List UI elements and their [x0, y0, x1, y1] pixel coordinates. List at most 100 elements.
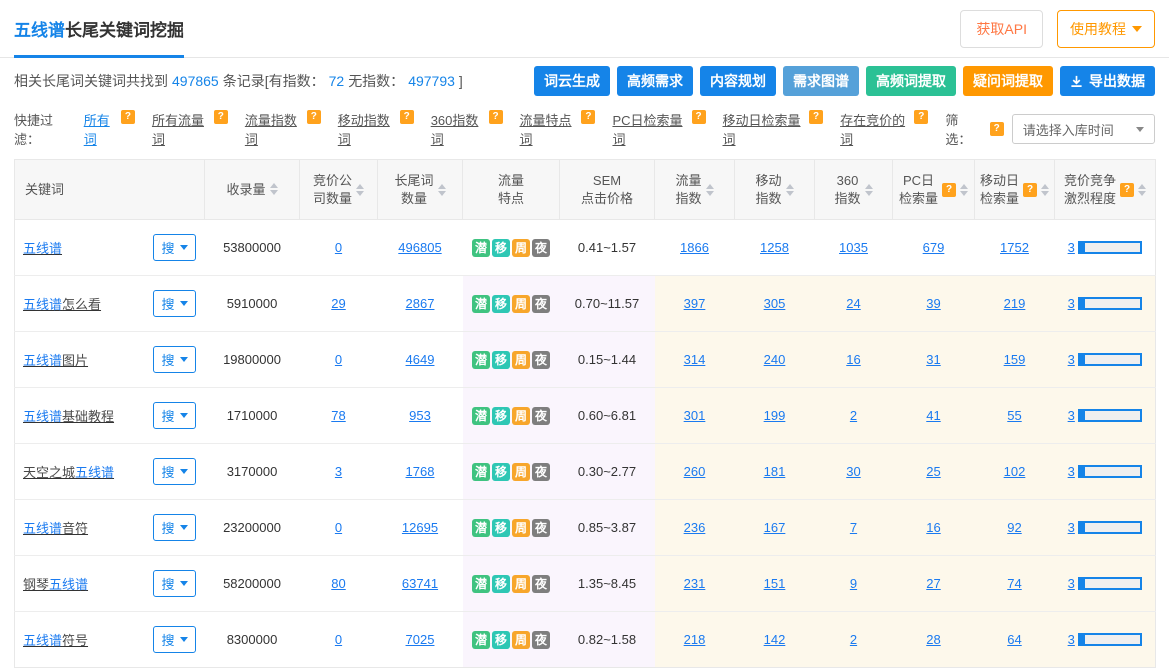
action-button[interactable]: 需求图谱 [783, 66, 859, 96]
column-header[interactable]: 长尾词数量 [378, 160, 463, 220]
mobile-index-link[interactable]: 240 [764, 352, 786, 367]
sort-icon[interactable] [706, 184, 714, 196]
pc-daily-search-link[interactable]: 679 [923, 240, 945, 255]
longtail-count-link[interactable]: 2867 [406, 296, 435, 311]
flow-index-link[interactable]: 260 [684, 464, 706, 479]
bid-companies-link[interactable]: 29 [331, 296, 345, 311]
bid-companies-link[interactable]: 0 [335, 520, 342, 535]
search-dropdown-button[interactable]: 搜 [153, 290, 195, 317]
flow-index-link[interactable]: 231 [684, 576, 706, 591]
sort-icon[interactable] [960, 184, 968, 196]
export-data-button[interactable]: 导出数据 [1060, 66, 1155, 96]
flow-index-link[interactable]: 397 [684, 296, 706, 311]
quick-filter-link[interactable]: 所有流量词 [152, 110, 213, 148]
longtail-count-link[interactable]: 1768 [406, 464, 435, 479]
pc-daily-search-link[interactable]: 39 [926, 296, 940, 311]
column-header[interactable]: PC日检索量? [893, 160, 975, 220]
search-dropdown-button[interactable]: 搜 [153, 346, 195, 373]
bid-companies-link[interactable]: 0 [335, 352, 342, 367]
search-dropdown-button[interactable]: 搜 [153, 234, 195, 261]
sort-icon[interactable] [865, 184, 873, 196]
column-header[interactable]: 竞价公司数量 [300, 160, 378, 220]
help-icon[interactable]: ? [942, 183, 956, 197]
storage-time-select[interactable]: 请选择入库时间 [1012, 114, 1155, 144]
quick-filter-link[interactable]: 移动日检索量词 [723, 110, 809, 148]
mobile-daily-search-link[interactable]: 1752 [1000, 240, 1029, 255]
longtail-count-link[interactable]: 496805 [398, 240, 441, 255]
competition-link[interactable]: 3 [1068, 520, 1075, 535]
mobile-daily-search-link[interactable]: 55 [1007, 408, 1021, 423]
search-dropdown-button[interactable]: 搜 [153, 458, 195, 485]
sort-icon[interactable] [1138, 184, 1146, 196]
mobile-daily-search-link[interactable]: 102 [1004, 464, 1026, 479]
longtail-count-link[interactable]: 953 [409, 408, 431, 423]
action-button[interactable]: 词云生成 [534, 66, 610, 96]
index-360-link[interactable]: 2 [850, 408, 857, 423]
keyword-link[interactable]: 五线谱音符 [23, 518, 88, 537]
flow-index-link[interactable]: 1866 [680, 240, 709, 255]
sort-icon[interactable] [270, 183, 278, 195]
competition-link[interactable]: 3 [1068, 296, 1075, 311]
mobile-index-link[interactable]: 151 [764, 576, 786, 591]
pc-daily-search-link[interactable]: 31 [926, 352, 940, 367]
competition-link[interactable]: 3 [1068, 576, 1075, 591]
bid-companies-link[interactable]: 78 [331, 408, 345, 423]
keyword-link[interactable]: 五线谱 [23, 238, 62, 257]
keyword-link[interactable]: 天空之城五线谱 [23, 462, 114, 481]
help-icon[interactable]: ? [489, 110, 503, 124]
index-360-link[interactable]: 7 [850, 520, 857, 535]
bid-companies-link[interactable]: 3 [335, 464, 342, 479]
help-icon[interactable]: ? [581, 110, 595, 124]
sort-icon[interactable] [438, 184, 446, 196]
get-api-button[interactable]: 获取API [960, 10, 1043, 48]
flow-index-link[interactable]: 301 [684, 408, 706, 423]
competition-link[interactable]: 3 [1068, 352, 1075, 367]
keyword-link[interactable]: 钢琴五线谱 [23, 574, 88, 593]
mobile-daily-search-link[interactable]: 74 [1007, 576, 1021, 591]
quick-filter-link[interactable]: 流量特点词 [520, 110, 581, 148]
sort-icon[interactable] [786, 184, 794, 196]
help-icon[interactable]: ? [1023, 183, 1037, 197]
column-header[interactable]: 流量指数 [655, 160, 735, 220]
column-header[interactable]: 移动指数 [735, 160, 815, 220]
flow-index-link[interactable]: 236 [684, 520, 706, 535]
index-360-link[interactable]: 9 [850, 576, 857, 591]
action-button[interactable]: 内容规划 [700, 66, 776, 96]
keyword-link[interactable]: 五线谱图片 [23, 350, 88, 369]
longtail-count-link[interactable]: 12695 [402, 520, 438, 535]
quick-filter-link[interactable]: PC日检索量词 [612, 110, 690, 148]
help-icon[interactable]: ? [809, 110, 823, 124]
column-header[interactable]: 收录量 [205, 160, 300, 220]
search-dropdown-button[interactable]: 搜 [153, 514, 195, 541]
column-header[interactable]: 竞价竞争激烈程度? [1055, 160, 1156, 220]
sort-icon[interactable] [356, 184, 364, 196]
help-icon[interactable]: ? [692, 110, 706, 124]
index-360-link[interactable]: 16 [846, 352, 860, 367]
help-icon[interactable]: ? [990, 122, 1004, 136]
help-icon[interactable]: ? [307, 110, 321, 124]
help-icon[interactable]: ? [400, 110, 414, 124]
mobile-index-link[interactable]: 199 [764, 408, 786, 423]
search-dropdown-button[interactable]: 搜 [153, 402, 195, 429]
longtail-count-link[interactable]: 63741 [402, 576, 438, 591]
mobile-index-link[interactable]: 305 [764, 296, 786, 311]
quick-filter-link[interactable]: 流量指数词 [245, 110, 306, 148]
bid-companies-link[interactable]: 0 [335, 240, 342, 255]
keyword-link[interactable]: 五线谱怎么看 [23, 294, 101, 313]
longtail-count-link[interactable]: 4649 [406, 352, 435, 367]
keyword-link[interactable]: 五线谱基础教程 [23, 406, 114, 425]
flow-index-link[interactable]: 314 [684, 352, 706, 367]
pc-daily-search-link[interactable]: 41 [926, 408, 940, 423]
mobile-index-link[interactable]: 167 [764, 520, 786, 535]
action-button[interactable]: 高频需求 [617, 66, 693, 96]
help-icon[interactable]: ? [214, 110, 228, 124]
pc-daily-search-link[interactable]: 27 [926, 576, 940, 591]
mobile-daily-search-link[interactable]: 92 [1007, 520, 1021, 535]
column-header[interactable]: 360指数 [815, 160, 893, 220]
help-icon[interactable]: ? [1120, 183, 1134, 197]
mobile-index-link[interactable]: 1258 [760, 240, 789, 255]
index-360-link[interactable]: 1035 [839, 240, 868, 255]
bid-companies-link[interactable]: 80 [331, 576, 345, 591]
mobile-daily-search-link[interactable]: 219 [1004, 296, 1026, 311]
help-icon[interactable]: ? [914, 110, 928, 124]
